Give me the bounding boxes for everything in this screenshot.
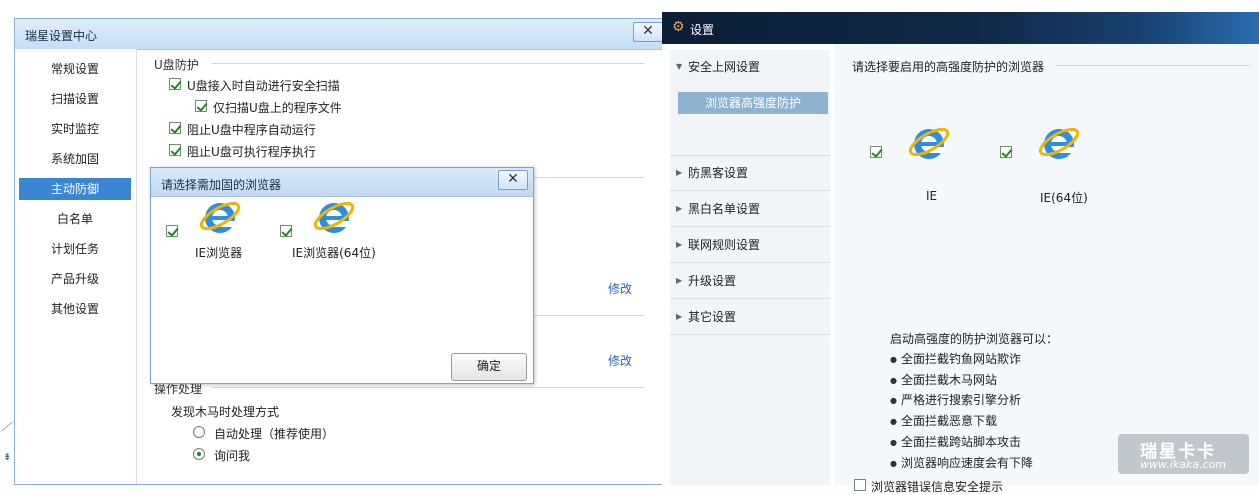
ie-browser-checkbox[interactable] [166, 225, 178, 237]
benefit-item: 浏览器响应速度会有下降 [890, 454, 1033, 471]
settings-title: 设置 [690, 23, 715, 37]
chevron-right-icon: ▶ [676, 276, 683, 285]
sidebar-item-whitelist[interactable]: 白名单 [19, 208, 131, 230]
chevron-right-icon: ▶ [676, 204, 683, 213]
nav-item-black-white-list[interactable]: ▶ 黑白名单设置 [670, 192, 830, 227]
usb-autoscan-label: U盘接入时自动进行安全扫描 [187, 79, 340, 93]
ikaka-watermark-logo: 瑞星卡卡 www.ikaka.com [1118, 434, 1249, 474]
nav-item-anti-hacker[interactable]: ▶ 防黑客设置 [670, 156, 830, 191]
ie64-protect-checkbox[interactable] [1000, 146, 1012, 158]
trojan-handling-question: 发现木马时处理方式 [171, 405, 280, 419]
usb-block-autorun-label: 阻止U盘中程序自动运行 [187, 123, 316, 137]
ie-browser-icon [908, 127, 950, 159]
nav-sub-browser-protection[interactable]: 浏览器高强度防护 [678, 92, 828, 114]
benefit-item: 全面拦截木马网站 [890, 371, 997, 388]
desktop-scroll-icon: ⇟ [3, 452, 12, 463]
sidebar-item-active-defense[interactable]: 主动防御 [19, 178, 131, 200]
settings-center-titlebar[interactable]: 瑞星设置中心 ✕ [15, 19, 665, 50]
error-info-checkbox[interactable] [854, 479, 866, 491]
ie64-protect-label: IE(64位) [1040, 191, 1088, 205]
settings-center-title: 瑞星设置中心 [25, 29, 98, 43]
sidebar-item-upgrade[interactable]: 产品升级 [19, 268, 131, 290]
modify-link-2[interactable]: 修改 [608, 352, 632, 369]
nav-item-network-rules[interactable]: ▶ 联网规则设置 [670, 228, 830, 263]
nav-group-safe-browsing[interactable]: ▼ 安全上网设置 [670, 50, 830, 84]
usb-autoscan-checkbox[interactable] [169, 78, 181, 90]
settings-window: ⚙ 设置 ▼ 安全上网设置 浏览器高强度防护 ▶ 防黑客设置 ▶ 黑白名单设置 … [662, 12, 1259, 494]
ie64-browser-icon [1038, 127, 1080, 159]
close-icon: ✕ [507, 171, 519, 187]
usb-section-title: U盘防护 [154, 58, 199, 72]
dialog-titlebar[interactable]: 请选择需加固的浏览器 ✕ [151, 168, 533, 197]
nav-item-upgrade[interactable]: ▶ 升级设置 [670, 264, 830, 299]
chevron-right-icon: ▶ [676, 240, 683, 249]
chevron-right-icon: ▶ [676, 168, 683, 177]
benefit-item: 全面拦截钓鱼网站欺诈 [890, 350, 1021, 367]
settings-titlebar[interactable]: ⚙ 设置 [662, 12, 1259, 44]
browser-hardening-dialog: 请选择需加固的浏览器 ✕ IE浏览器 IE浏览器(64位) 确定 [150, 167, 534, 384]
handle-section-divider [211, 387, 645, 388]
desktop-line-decoration [1, 421, 13, 432]
panel-heading-divider [1056, 65, 1251, 66]
panel-heading: 请选择要启用的高强度防护的浏览器 [852, 60, 1045, 74]
usb-program-only-checkbox[interactable] [195, 100, 207, 112]
dialog-close-button[interactable]: ✕ [498, 170, 528, 190]
benefit-item: 全面拦截恶意下载 [890, 412, 997, 429]
auto-handle-label: 自动处理（推荐使用） [214, 427, 335, 441]
ie-browser-icon [199, 201, 241, 233]
ie64-browser-icon [313, 201, 355, 233]
auto-handle-radio[interactable] [193, 426, 205, 438]
close-icon: ✕ [642, 23, 654, 39]
ie64-browser-checkbox[interactable] [280, 225, 292, 237]
ie-protect-checkbox[interactable] [870, 146, 882, 158]
ie-browser-label: IE浏览器 [195, 246, 243, 260]
usb-block-exec-checkbox[interactable] [169, 144, 181, 156]
sidebar-item-hardening[interactable]: 系统加固 [19, 148, 131, 170]
ie-protect-label: IE [926, 189, 938, 203]
usb-program-only-label: 仅扫描U盘上的程序文件 [213, 101, 342, 115]
error-info-label: 浏览器错误信息安全提示 [871, 480, 1004, 494]
sidebar-item-general[interactable]: 常规设置 [19, 58, 131, 80]
benefit-item: 全面拦截跨站脚本攻击 [890, 433, 1021, 450]
sidebar-item-schedule[interactable]: 计划任务 [19, 238, 131, 260]
ok-button[interactable]: 确定 [451, 353, 527, 381]
watermark-url: www.ikaka.com [1140, 458, 1227, 471]
benefit-item: 严格进行搜索引擎分析 [890, 391, 1021, 408]
dialog-title: 请选择需加固的浏览器 [161, 178, 282, 192]
ie64-browser-label: IE浏览器(64位) [292, 246, 376, 260]
sidebar-item-other[interactable]: 其他设置 [19, 298, 131, 320]
close-button[interactable]: ✕ [633, 22, 663, 42]
ask-me-radio[interactable] [193, 448, 205, 460]
sidebar-item-scan[interactable]: 扫描设置 [19, 88, 131, 110]
info-heading: 启动高强度的防护浏览器可以： [890, 332, 1059, 346]
ask-me-label: 询问我 [214, 449, 251, 463]
modify-link-1[interactable]: 修改 [608, 280, 632, 297]
usb-block-exec-label: 阻止U盘可执行程序执行 [187, 145, 316, 159]
usb-block-autorun-checkbox[interactable] [169, 122, 181, 134]
chevron-down-icon: ▼ [676, 62, 683, 71]
nav-item-other[interactable]: ▶ 其它设置 [670, 300, 830, 335]
usb-section-divider [211, 63, 645, 64]
browser-protection-panel: 请选择要启用的高强度防护的浏览器 IE IE(64位) 启动高强度的防护浏览器可… [834, 44, 1259, 494]
sidebar-item-realtime[interactable]: 实时监控 [19, 118, 131, 140]
gear-icon: ⚙ [672, 19, 685, 35]
settings-nav: ▼ 安全上网设置 浏览器高强度防护 ▶ 防黑客设置 ▶ 黑白名单设置 ▶ 联网规… [670, 50, 830, 485]
settings-sidebar: 常规设置 扫描设置 实时监控 系统加固 主动防御 白名单 计划任务 产品升级 其… [15, 49, 137, 484]
chevron-right-icon: ▶ [676, 312, 683, 321]
